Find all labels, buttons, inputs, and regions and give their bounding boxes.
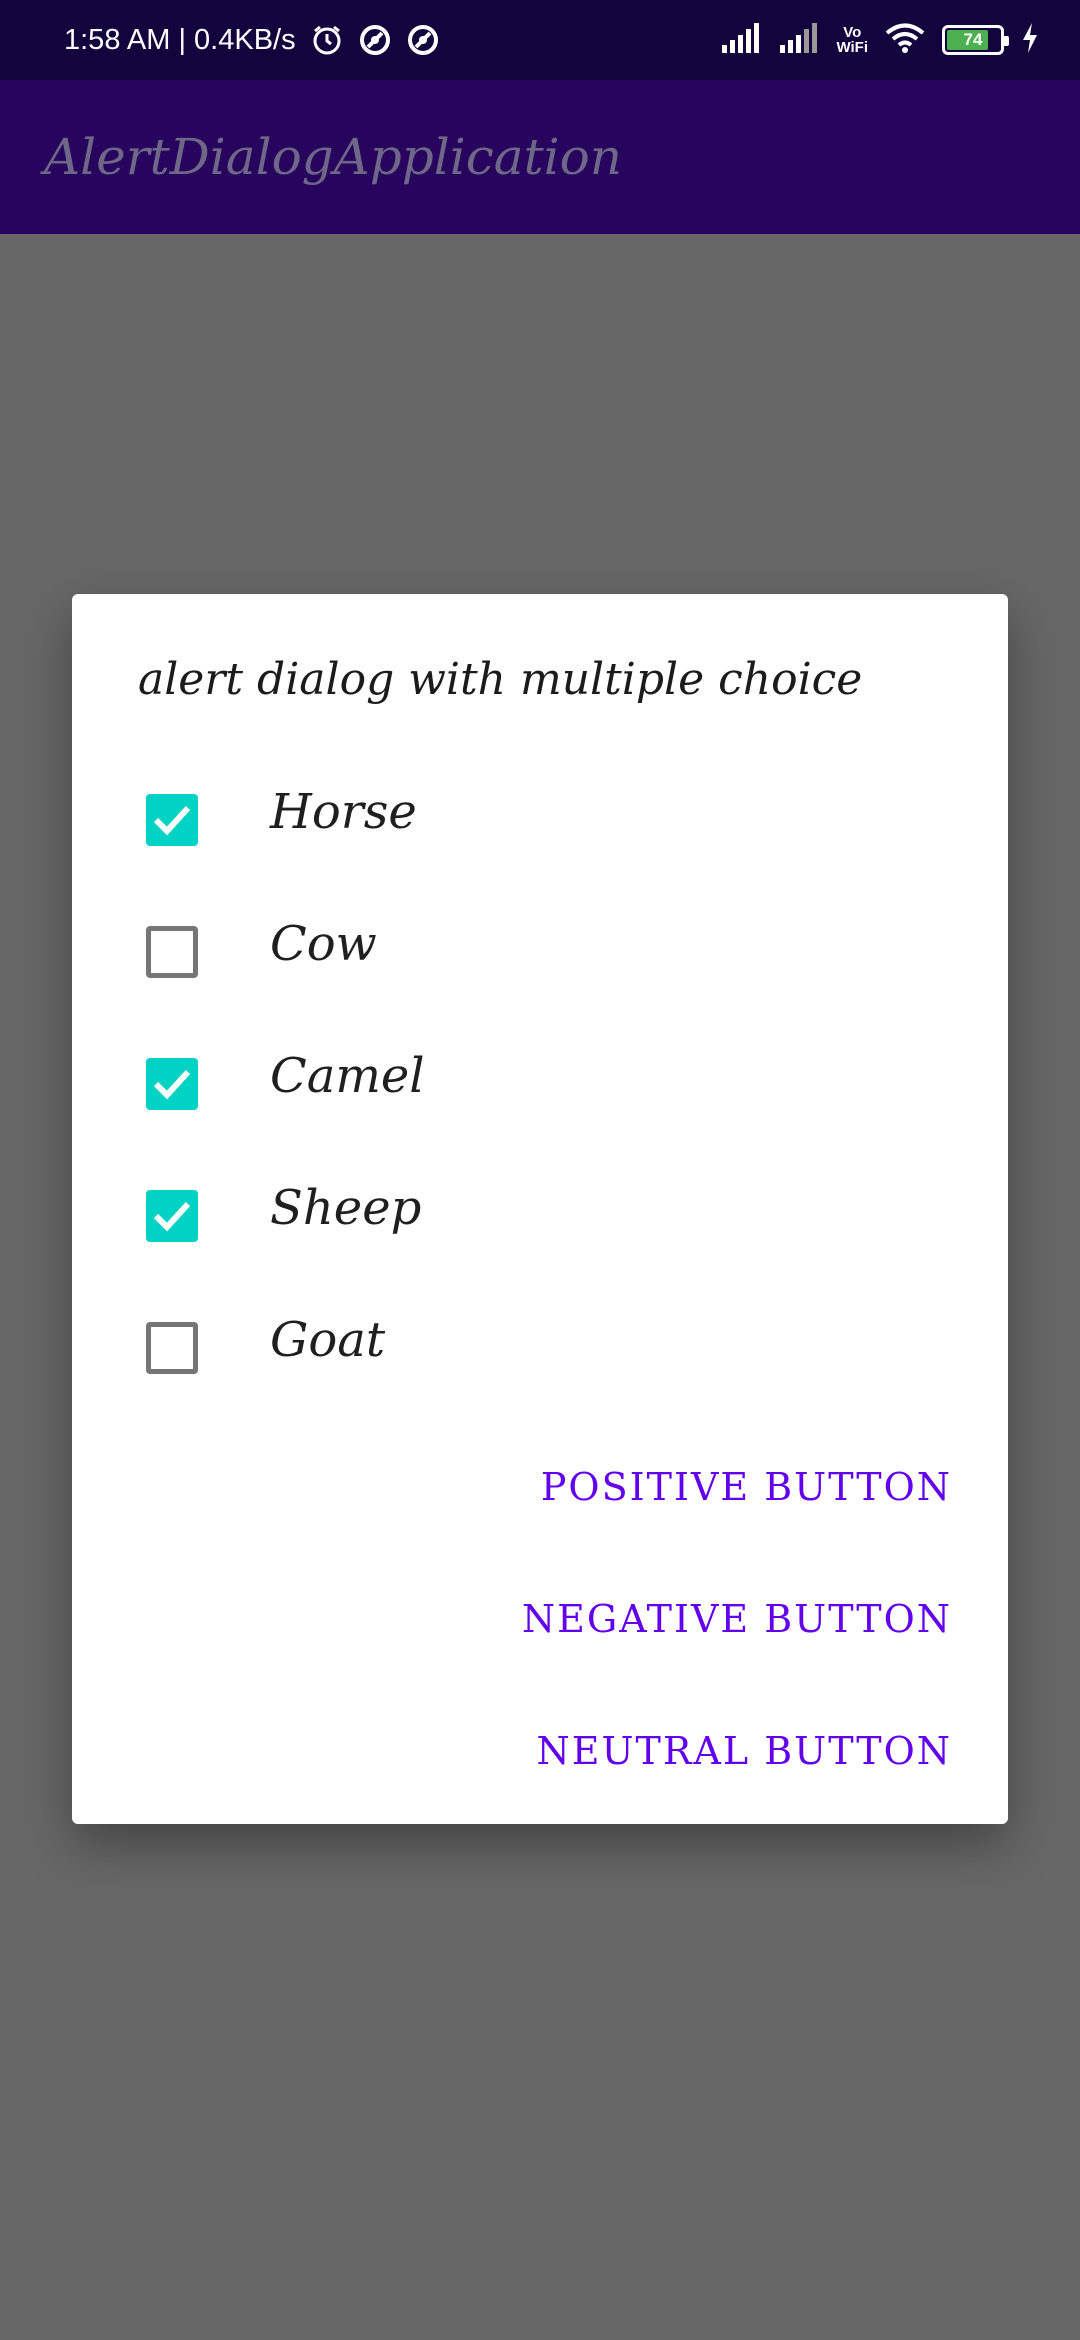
option-horse[interactable]: Horse xyxy=(72,750,1008,882)
option-goat[interactable]: Goat xyxy=(72,1278,1008,1410)
charging-icon xyxy=(1020,21,1040,59)
alarm-icon xyxy=(310,23,344,57)
option-label: Horse xyxy=(270,784,417,840)
option-label: Sheep xyxy=(270,1180,422,1236)
app-notification-icon xyxy=(358,23,392,57)
battery-tip xyxy=(1004,36,1009,46)
option-label: Camel xyxy=(270,1048,425,1104)
option-camel[interactable]: Camel xyxy=(72,1014,1008,1146)
app-notification-icon xyxy=(406,23,440,57)
negative-button[interactable]: NEGATIVE BUTTON xyxy=(522,1564,952,1674)
checkbox-checked-icon[interactable] xyxy=(146,1190,198,1242)
checkbox-checked-icon[interactable] xyxy=(146,1058,198,1110)
vowifi-bottom: WiFi xyxy=(836,39,868,56)
dialog-title: alert dialog with multiple choice xyxy=(138,654,863,705)
checkbox-unchecked-icon[interactable] xyxy=(146,1322,198,1374)
option-cow[interactable]: Cow xyxy=(72,882,1008,1014)
status-right: Vo WiFi 74 xyxy=(720,0,1040,80)
option-label: Cow xyxy=(270,916,377,972)
signal-icon xyxy=(720,21,762,59)
wifi-icon xyxy=(884,21,926,59)
battery-icon: 74 xyxy=(942,25,1009,55)
app-bar: AlertDialogApplication xyxy=(0,80,1080,234)
checkbox-checked-icon[interactable] xyxy=(146,794,198,846)
vowifi-indicator: Vo WiFi xyxy=(836,25,868,55)
signal-icon xyxy=(778,21,820,59)
status-left: 1:58 AM | 0.4KB/s xyxy=(64,0,440,80)
positive-button[interactable]: POSITIVE BUTTON xyxy=(541,1432,952,1542)
app-title: AlertDialogApplication xyxy=(44,128,622,186)
battery-level: 74 xyxy=(963,30,983,49)
status-time: 1:58 AM | 0.4KB/s xyxy=(64,23,296,56)
neutral-button[interactable]: NEUTRAL BUTTON xyxy=(537,1696,952,1806)
alert-dialog: alert dialog with multiple choice Horse … xyxy=(72,594,1008,1824)
checkbox-unchecked-icon[interactable] xyxy=(146,926,198,978)
option-label: Goat xyxy=(270,1312,386,1368)
option-sheep[interactable]: Sheep xyxy=(72,1146,1008,1278)
status-bar: 1:58 AM | 0.4KB/s Vo WiFi 74 xyxy=(0,0,1080,80)
